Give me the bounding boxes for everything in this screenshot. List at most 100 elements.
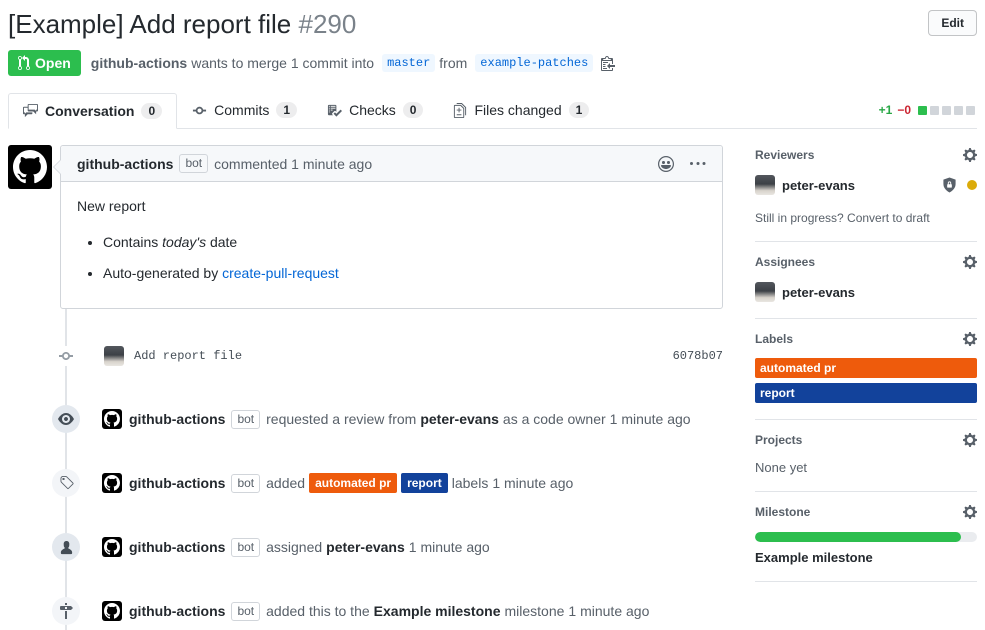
checklist-icon	[327, 103, 342, 118]
comment-list: Contains today's date Auto-generated by …	[103, 230, 706, 285]
milestone-name[interactable]: Example milestone	[755, 550, 977, 565]
projects-empty-text: None yet	[755, 460, 977, 475]
avatar-github-actions[interactable]	[102, 473, 122, 493]
pr-author[interactable]: github-actions	[91, 55, 187, 71]
head-branch-label[interactable]: example-patches	[475, 54, 593, 72]
pr-title: [Example] Add report file	[8, 9, 291, 39]
event-actor[interactable]: github-actions	[129, 475, 225, 491]
commit-message[interactable]: Add report file	[134, 349, 242, 363]
comment-body: New report Contains today's date Auto-ge…	[61, 182, 722, 308]
reviewer-name[interactable]: peter-evans	[782, 178, 855, 193]
event-labels-added: github-actions bot added automated pr re…	[8, 469, 723, 497]
bot-badge: bot	[231, 538, 260, 557]
tab-commits-count: 1	[276, 102, 297, 118]
avatar-github-actions[interactable]	[102, 537, 122, 557]
edit-button[interactable]: Edit	[928, 10, 977, 36]
avatar-peter-evans[interactable]	[755, 282, 775, 302]
status-label: Open	[35, 55, 71, 71]
tab-commits[interactable]: Commits 1	[177, 92, 312, 128]
milestone-icon	[52, 597, 80, 625]
gear-icon[interactable]	[963, 254, 977, 270]
sidebar-section-labels: Labels automated pr report	[755, 319, 977, 420]
label-automated-pr[interactable]: automated pr	[309, 473, 397, 493]
event-time[interactable]: 1 minute ago	[409, 539, 490, 555]
copy-branch-icon[interactable]	[601, 55, 615, 71]
convert-to-draft-hint[interactable]: Still in progress? Convert to draft	[755, 211, 977, 225]
diffstat-additions: +1	[879, 103, 893, 117]
comment-discussion-icon	[23, 103, 38, 118]
event-strong-text[interactable]: peter-evans	[326, 539, 405, 555]
diff-icon	[453, 103, 467, 118]
diffstat-block	[966, 106, 975, 115]
pr-number: #290	[299, 9, 357, 39]
milestone-header[interactable]: Milestone	[755, 504, 977, 520]
emoji-reaction-icon[interactable]	[658, 156, 674, 172]
gear-icon[interactable]	[963, 504, 977, 520]
pr-header: [Example] Add report file #290 Edit	[8, 8, 977, 40]
base-branch-label[interactable]: master	[382, 54, 435, 72]
event-assigned: github-actions bot assigned peter-evans …	[8, 533, 723, 561]
git-commit-icon	[192, 103, 207, 118]
avatar-github-actions[interactable]	[102, 601, 122, 621]
event-actor[interactable]: github-actions	[129, 603, 225, 619]
event-strong-text[interactable]: Example milestone	[374, 603, 501, 619]
avatar-github-actions[interactable]	[102, 409, 122, 429]
comment-meta[interactable]: commented 1 minute ago	[214, 156, 372, 172]
labels-header[interactable]: Labels	[755, 331, 977, 347]
event-strong-text[interactable]: peter-evans	[420, 411, 499, 427]
assignee-name[interactable]: peter-evans	[782, 285, 855, 300]
event-actor[interactable]: github-actions	[129, 411, 225, 427]
reviewers-header[interactable]: Reviewers	[755, 147, 977, 163]
avatar-peter-evans[interactable]	[104, 346, 124, 366]
bot-badge: bot	[179, 154, 208, 173]
event-time[interactable]: 1 minute ago	[568, 603, 649, 619]
projects-title: Projects	[755, 433, 802, 447]
label-automated-pr[interactable]: automated pr	[755, 358, 977, 378]
diffstat-block	[942, 106, 951, 115]
tag-icon	[52, 469, 80, 497]
kebab-menu-icon[interactable]	[690, 156, 706, 172]
gear-icon[interactable]	[963, 331, 977, 347]
pending-review-dot	[967, 180, 977, 190]
reviewer-status-icons	[942, 177, 977, 193]
list-item: Auto-generated by create-pull-request	[103, 261, 706, 285]
projects-header[interactable]: Projects	[755, 432, 977, 448]
create-pull-request-link[interactable]: create-pull-request	[222, 265, 339, 281]
conversation-timeline: github-actions bot commented 1 minute ag…	[8, 145, 723, 625]
tab-files-changed-label: Files changed	[474, 102, 561, 118]
event-time[interactable]: 1 minute ago	[610, 411, 691, 427]
event-text: github-actions bot requested a review fr…	[102, 409, 691, 429]
comment-box: github-actions bot commented 1 minute ag…	[60, 145, 723, 309]
comment-author[interactable]: github-actions	[77, 156, 173, 172]
reviewers-title: Reviewers	[755, 148, 814, 162]
pr-description-comment: github-actions bot commented 1 minute ag…	[8, 145, 723, 309]
event-time[interactable]: 1 minute ago	[492, 475, 573, 491]
pr-byline: Open github-actions wants to merge 1 com…	[8, 50, 977, 76]
tab-conversation-count: 0	[141, 103, 162, 119]
event-actor[interactable]: github-actions	[129, 539, 225, 555]
diffstat-deletions: −0	[897, 103, 911, 117]
milestone-progress-fill	[755, 532, 961, 542]
avatar-github-actions[interactable]	[8, 145, 52, 189]
milestone-progress-bar	[755, 532, 977, 542]
avatar-peter-evans[interactable]	[755, 175, 775, 195]
tab-conversation-label: Conversation	[45, 103, 134, 119]
tab-files-changed[interactable]: Files changed 1	[438, 92, 604, 128]
pr-tab-bar: Conversation 0 Commits 1 Checks 0 Files …	[8, 92, 977, 129]
event-pre-text: assigned	[266, 539, 322, 555]
tab-checks[interactable]: Checks 0	[312, 92, 438, 128]
milestone-title: Milestone	[755, 505, 810, 519]
commit-sha[interactable]: 6078b07	[673, 349, 723, 363]
event-post-text: labels	[452, 475, 489, 491]
label-report[interactable]: report	[401, 473, 448, 493]
assignees-header[interactable]: Assignees	[755, 254, 977, 270]
merge-text: wants to merge 1 commit into	[191, 55, 374, 71]
event-text: github-actions bot added this to the Exa…	[102, 601, 649, 621]
gear-icon[interactable]	[963, 147, 977, 163]
comment-title: New report	[77, 198, 706, 214]
tab-conversation[interactable]: Conversation 0	[8, 93, 177, 129]
label-report[interactable]: report	[755, 383, 977, 403]
gear-icon[interactable]	[963, 432, 977, 448]
list-item: Contains today's date	[103, 230, 706, 254]
event-pre-text: added this to the	[266, 603, 370, 619]
